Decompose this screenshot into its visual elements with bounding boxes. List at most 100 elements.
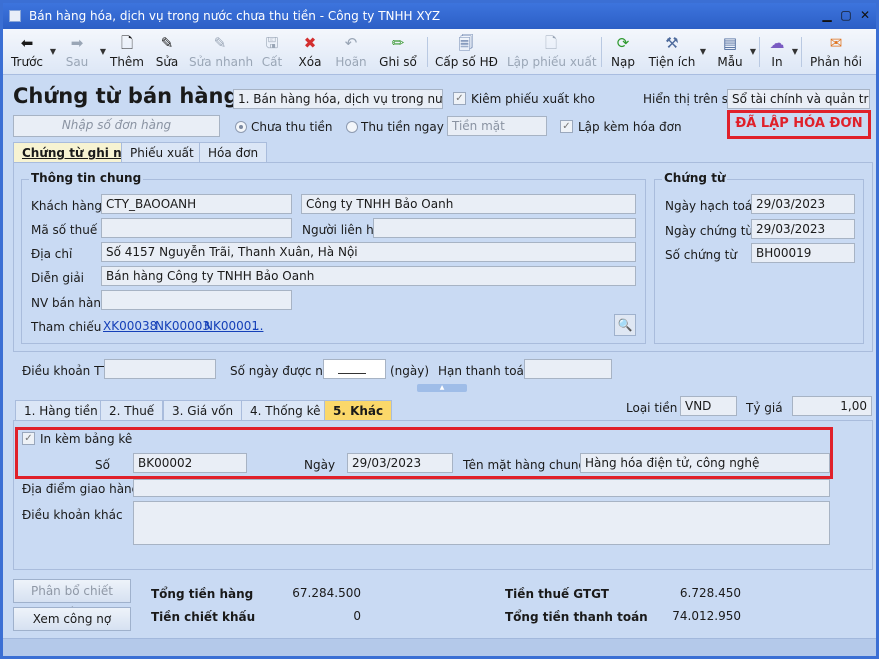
exchange-rate-label: Tỷ giá — [746, 401, 783, 415]
total-payment-value: 74.012.950 — [672, 609, 741, 623]
tab-debit-voucher[interactable]: Chứng từ ghi nợ — [13, 142, 139, 163]
tab-goods[interactable]: 1. Hàng tiền — [15, 400, 107, 421]
reference-link[interactable]: XK00038 — [103, 319, 157, 333]
document-date-input[interactable]: 29/03/2023 — [751, 219, 855, 239]
maximize-icon[interactable]: ▢ — [837, 7, 855, 23]
tab-invoice[interactable]: Hóa đơn — [199, 142, 268, 163]
issue-slip-icon: 🗋 — [544, 34, 558, 52]
address-input[interactable]: Số 4157 Nguyễn Trãi, Thanh Xuân, Hà Nội — [101, 242, 636, 262]
payment-method-select[interactable]: Tiền mặt — [447, 116, 547, 136]
arrow-right-icon: ➡ — [70, 34, 84, 52]
title-bar: Bán hàng hóa, dịch vụ trong nước chưa th… — [3, 3, 876, 29]
tab-cost[interactable]: 3. Giá vốn — [163, 400, 243, 421]
with-invoice-checkbox[interactable]: ✓ — [560, 120, 573, 133]
status-bar — [3, 638, 876, 656]
new-document-icon: 🗋 — [120, 34, 134, 52]
delete-button[interactable]: ✖ Xóa — [295, 33, 325, 73]
minimize-icon[interactable]: ▁ — [818, 7, 836, 23]
display-select[interactable]: Sổ tài chính và quản trị — [727, 89, 870, 109]
other-terms-input[interactable] — [133, 501, 830, 545]
close-icon[interactable]: ✕ — [856, 7, 874, 23]
tax-code-input[interactable] — [101, 218, 292, 238]
edit-icon: ✎ — [160, 34, 174, 52]
issue-slip-button[interactable]: 🗋 Lập phiếu xuất — [507, 33, 597, 73]
stepper-underline — [338, 373, 366, 374]
document-number-label: Số chứng từ — [665, 248, 737, 262]
contact-input[interactable] — [373, 218, 636, 238]
delete-icon: ✖ — [303, 34, 317, 52]
vat-amount-label: Tiền thuế GTGT — [505, 587, 609, 601]
reference-link[interactable]: NK00003 — [155, 319, 210, 333]
reference-more-link[interactable]: ... — [252, 319, 263, 333]
tab-other[interactable]: 5. Khác — [324, 400, 393, 421]
invoice-number-button[interactable]: 🗐 Cấp số HĐ — [435, 33, 498, 73]
unpaid-radio[interactable] — [235, 121, 247, 133]
pencil-icon: ✏ — [391, 34, 405, 52]
total-goods-value: 67.284.500 — [292, 586, 361, 600]
template-icon: ▤ — [722, 34, 738, 52]
status-badge: ĐÃ LẬP HÓA ĐƠN — [735, 116, 863, 131]
post-button[interactable]: ✏ Ghi sổ — [377, 33, 419, 73]
total-goods-label: Tổng tiền hàng — [151, 587, 254, 601]
delivery-location-input[interactable] — [133, 479, 830, 497]
toolbar-separator — [601, 37, 602, 67]
undo-button[interactable]: ↶ Hoãn — [333, 33, 369, 73]
highlight-frame — [15, 427, 833, 479]
add-button[interactable]: 🗋 Thêm — [107, 33, 147, 73]
paid-label: Thu tiền ngay — [361, 120, 444, 134]
exchange-rate-input[interactable]: 1,00 — [792, 396, 872, 416]
credit-days-label: Số ngày được nợ — [230, 364, 331, 378]
delivery-location-label: Địa điểm giao hàng — [22, 482, 140, 496]
customer-name-input[interactable]: Công ty TNHH Bảo Oanh — [301, 194, 636, 214]
description-input[interactable]: Bán hàng Công ty TNHH Bảo Oanh — [101, 266, 636, 286]
currency-select[interactable]: VND — [680, 396, 737, 416]
tab-statistics[interactable]: 4. Thống kê — [241, 400, 330, 421]
paid-radio[interactable] — [346, 121, 358, 133]
print-button[interactable]: ☁ In ▼ — [765, 33, 799, 73]
credit-days-unit: (ngày) — [390, 364, 430, 378]
document-number-input[interactable]: BH00019 — [751, 243, 855, 263]
payment-terms-input[interactable] — [104, 359, 216, 379]
feedback-button[interactable]: ✉ Phản hồi — [809, 33, 863, 73]
description-label: Diễn giải — [31, 271, 85, 285]
document-date-label: Ngày chứng từ — [665, 224, 754, 238]
currency-label: Loại tiền — [626, 401, 678, 415]
posting-date-input[interactable]: 29/03/2023 — [751, 194, 855, 214]
next-button[interactable]: ➡ Sau ▼ — [57, 33, 106, 73]
posting-date-label: Ngày hạch toán — [665, 199, 760, 213]
window: Bán hàng hóa, dịch vụ trong nước chưa th… — [0, 0, 879, 659]
credit-days-stepper[interactable] — [323, 359, 386, 379]
refresh-button[interactable]: ⟳ Nạp — [607, 33, 639, 73]
quick-edit-button[interactable]: ✎ Sửa nhanh — [189, 33, 253, 73]
template-button[interactable]: ▤ Mẫu ▼ — [713, 33, 756, 73]
search-reference-icon[interactable]: 🔍 — [614, 314, 636, 336]
view-debt-button[interactable]: Xem công nợ — [13, 607, 131, 631]
customer-code-input[interactable]: CTY_BAOOANH — [101, 194, 292, 214]
page-title: Chứng từ bán hàng — [13, 84, 239, 108]
issue-slip-checkbox[interactable]: ✓ — [453, 92, 466, 105]
toolbar-separator — [427, 37, 428, 67]
splitter-handle[interactable]: ▲ — [417, 384, 467, 392]
order-number-input[interactable]: Nhập số đơn hàng — [13, 115, 220, 137]
with-invoice-label: Lập kèm hóa đơn — [578, 120, 682, 134]
reference-link[interactable]: NK00001 — [204, 319, 259, 333]
toolbar-separator — [801, 37, 802, 67]
save-icon: 🖫 — [265, 34, 279, 52]
prev-button[interactable]: ⬅ Trước ▼ — [7, 33, 56, 73]
tab-tax[interactable]: 2. Thuế — [100, 400, 164, 421]
tax-code-label: Mã số thuế — [31, 223, 98, 237]
print-icon: ☁ — [769, 34, 785, 52]
sales-staff-input[interactable] — [101, 290, 292, 310]
edit-button[interactable]: ✎ Sửa — [149, 33, 185, 73]
utilities-button[interactable]: ⚒ Tiện ích ▼ — [647, 33, 706, 73]
unpaid-label: Chưa thu tiền — [251, 120, 333, 134]
due-date-input[interactable] — [524, 359, 612, 379]
reference-label: Tham chiếu — [31, 320, 102, 334]
customer-label: Khách hàng — [31, 199, 103, 213]
save-button[interactable]: 🖫 Cất — [257, 33, 287, 73]
discount-allocation-button[interactable]: Phân bổ chiết khấu... — [13, 579, 131, 620]
quick-edit-icon: ✎ — [213, 34, 227, 52]
other-terms-label: Điều khoản khác — [22, 508, 123, 522]
tab-issue-slip[interactable]: Phiếu xuất — [121, 142, 203, 163]
sale-type-select[interactable]: 1. Bán hàng hóa, dịch vụ trong nước — [233, 89, 443, 109]
